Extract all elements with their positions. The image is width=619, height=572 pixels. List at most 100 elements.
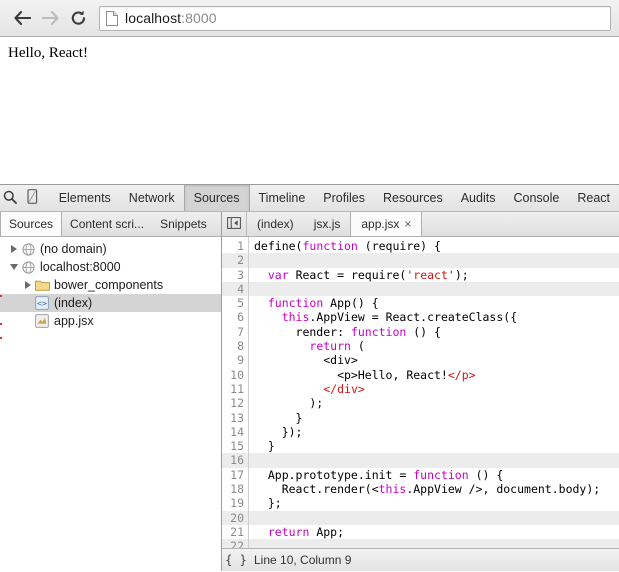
globe-icon xyxy=(20,259,36,275)
code-line[interactable]: <div> xyxy=(249,353,619,367)
tree-item-localhost[interactable]: localhost:8000 xyxy=(0,258,221,276)
code-token: .AppView />, document.body); xyxy=(406,482,601,497)
code-content[interactable]: define(function (require) { var React = … xyxy=(249,237,619,548)
html-file-icon: <> xyxy=(34,295,50,311)
tree-item-bower-components[interactable]: bower_components xyxy=(0,276,221,294)
code-line[interactable]: this.AppView = React.createClass({ xyxy=(249,310,619,324)
line-number: 6 xyxy=(237,310,244,325)
line-number: 22 xyxy=(222,539,248,548)
tab-resources[interactable]: Resources xyxy=(374,185,452,211)
code-line[interactable]: }); xyxy=(249,425,619,439)
code-line[interactable] xyxy=(249,281,619,297)
device-toolbar-button[interactable] xyxy=(22,185,44,211)
code-line[interactable] xyxy=(249,253,619,268)
code-token: App.prototype.init = xyxy=(254,467,414,482)
editor-tab-jsx-js[interactable]: jsx.js xyxy=(304,212,351,236)
tab-audits[interactable]: Audits xyxy=(452,185,505,211)
code-line[interactable]: var React = require('react'); xyxy=(249,268,619,282)
code-token: function xyxy=(413,467,469,482)
code-line[interactable]: React.render(<this.AppView />, document.… xyxy=(249,482,619,496)
sources-navigator: Sources Content scri... Snippets (no dom… xyxy=(0,212,222,571)
code-token: return xyxy=(309,339,351,354)
code-line[interactable]: }; xyxy=(249,496,619,510)
reload-button[interactable] xyxy=(64,4,92,32)
browser-toolbar: localhost:8000 xyxy=(0,0,619,37)
url-host: localhost xyxy=(125,10,182,26)
tab-profiles[interactable]: Profiles xyxy=(314,185,374,211)
devtools-panel: Elements Network Sources Timeline Profil… xyxy=(0,185,619,571)
tab-timeline[interactable]: Timeline xyxy=(250,185,315,211)
code-token: .AppView = React.createClass({ xyxy=(309,310,518,325)
line-number: 5 xyxy=(237,296,244,311)
code-editor[interactable]: 123456789101112131415161718192021222324 … xyxy=(222,237,619,548)
line-number: 10 xyxy=(230,367,244,382)
editor-tab-label: (index) xyxy=(257,217,294,231)
devtools-body: Sources Content scri... Snippets (no dom… xyxy=(0,212,619,571)
nav-tab-snippets[interactable]: Snippets xyxy=(152,212,215,236)
editor-status-bar: { } Line 10, Column 9 xyxy=(222,548,619,571)
inspect-element-button[interactable] xyxy=(0,185,22,211)
editor-tab-index[interactable]: (index) xyxy=(247,212,304,236)
close-icon[interactable]: × xyxy=(404,217,411,231)
code-line[interactable]: render: function () { xyxy=(249,325,619,339)
code-line[interactable] xyxy=(249,510,619,525)
code-line[interactable]: return App; xyxy=(249,525,619,539)
twisty-open-icon[interactable] xyxy=(8,258,20,276)
twisty-closed-icon[interactable] xyxy=(8,240,20,258)
tree-item-label: (index) xyxy=(54,296,93,310)
url-port: :8000 xyxy=(181,10,217,26)
line-number: 1 xyxy=(237,239,244,253)
tab-sources[interactable]: Sources xyxy=(183,185,250,211)
code-line[interactable] xyxy=(249,453,619,468)
code-line[interactable]: function App() { xyxy=(249,296,619,310)
code-token: } xyxy=(254,410,303,425)
code-token: React.render(< xyxy=(254,482,379,497)
code-line[interactable]: <p>Hello, React!</p> xyxy=(249,368,619,382)
twisty-closed-icon[interactable] xyxy=(22,276,34,294)
tab-elements[interactable]: Elements xyxy=(50,185,120,211)
code-token: <div> xyxy=(254,353,358,368)
line-number: 20 xyxy=(222,510,248,525)
address-bar[interactable]: localhost:8000 xyxy=(99,5,611,31)
code-token: function xyxy=(267,296,324,311)
code-line[interactable]: } xyxy=(249,411,619,425)
line-number: 7 xyxy=(237,324,244,339)
code-token: App() { xyxy=(323,296,379,311)
line-number: 21 xyxy=(230,524,244,539)
tree-item-label: (no domain) xyxy=(40,242,107,256)
forward-button[interactable] xyxy=(36,4,64,32)
tab-console[interactable]: Console xyxy=(504,185,568,211)
code-line[interactable]: define(function (require) { xyxy=(249,239,619,253)
code-token: () { xyxy=(468,467,504,482)
code-token: ( xyxy=(350,339,365,354)
code-line[interactable]: } xyxy=(249,439,619,453)
line-number: 15 xyxy=(230,439,244,454)
editor-tab-app-jsx[interactable]: app.jsx × xyxy=(350,212,423,236)
code-token: var xyxy=(267,267,289,282)
line-number: 16 xyxy=(222,453,248,468)
nav-tab-content-scripts[interactable]: Content scri... xyxy=(62,212,152,236)
code-line[interactable]: App.prototype.init = function () { xyxy=(249,468,619,482)
code-token: </div> xyxy=(323,381,365,396)
tree-item-index[interactable]: <> (index) xyxy=(0,294,221,312)
nav-tab-sources[interactable]: Sources xyxy=(0,212,63,236)
code-token: </p> xyxy=(447,367,476,382)
back-button[interactable] xyxy=(8,4,36,32)
code-line[interactable] xyxy=(249,539,619,548)
tab-network[interactable]: Network xyxy=(120,185,184,211)
tab-react[interactable]: React xyxy=(568,185,619,211)
code-token: React = require( xyxy=(288,267,407,282)
code-line[interactable]: return ( xyxy=(249,339,619,353)
line-number: 11 xyxy=(230,381,244,396)
line-number: 14 xyxy=(230,424,244,439)
code-line[interactable]: ); xyxy=(249,396,619,410)
tree-item-app-jsx[interactable]: app.jsx xyxy=(0,312,221,330)
document-page-icon xyxy=(106,10,118,26)
code-token: function xyxy=(350,324,407,339)
code-line[interactable]: </div> xyxy=(249,382,619,396)
tree-item-no-domain[interactable]: (no domain) xyxy=(0,240,221,258)
navigator-toggle-button[interactable] xyxy=(222,212,247,236)
pretty-print-icon[interactable]: { } xyxy=(222,553,250,567)
